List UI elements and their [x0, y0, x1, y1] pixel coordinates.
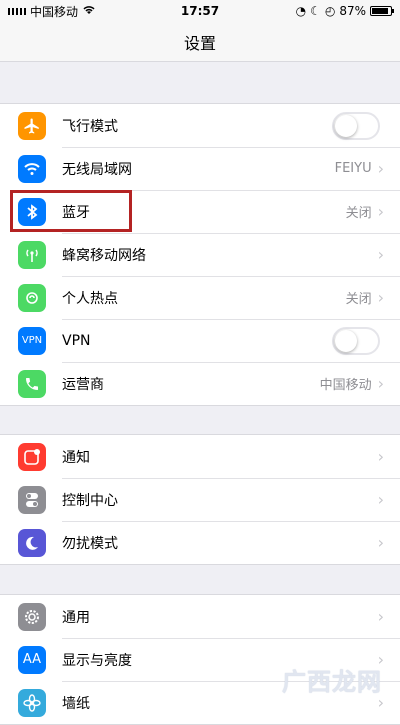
settings-row[interactable]: 控制中心 › [0, 478, 400, 521]
settings-row-value: FEIYU [334, 161, 372, 176]
settings-group-notifications: 通知 › 控制中心 › 勿扰模式 › [0, 434, 400, 565]
do-not-disturb-icon [18, 528, 46, 557]
watermark-text: 广西龙网 [282, 668, 382, 696]
airplane-icon [18, 111, 46, 140]
settings-row-label: 勿扰模式 [62, 535, 118, 552]
status-right: ◔ ☾ ◴ 87% [295, 4, 394, 18]
location-icon: ◔ [295, 4, 307, 18]
settings-row[interactable]: VPN VPN [0, 319, 400, 362]
status-bar: 中国移动 17:57 ◔ ☾ ◴ 87% [0, 0, 400, 22]
signal-icon [8, 7, 26, 15]
chevron-right-icon: › [377, 533, 384, 552]
settings-row[interactable]: 无线局域网 FEIYU › [0, 147, 400, 190]
battery-icon [370, 6, 394, 16]
settings-row-label: 蓝牙 [62, 204, 90, 221]
status-left: 中国移动 [8, 3, 96, 20]
chevron-right-icon: › [377, 288, 384, 307]
settings-row[interactable]: 飞行模式 [0, 104, 400, 147]
chevron-right-icon: › [377, 607, 384, 626]
settings-row-label: 飞行模式 [62, 118, 118, 135]
settings-group-general: 通用 › AA 显示与亮度 › 墙纸 › [0, 594, 400, 725]
wifi-status-icon [82, 4, 96, 18]
settings-row-label: 运营商 [62, 376, 104, 393]
settings-row-label: 通知 [62, 449, 90, 466]
settings-row[interactable]: 运营商 中国移动 › [0, 362, 400, 405]
wifi-icon [18, 154, 46, 183]
moon-icon: ☾ [310, 4, 321, 18]
wallpaper-icon [18, 688, 46, 717]
settings-row-value: 关闭 [345, 206, 372, 221]
chevron-right-icon: › [377, 374, 384, 393]
settings-group-network: 飞行模式 无线局域网 FEIYU › 蓝牙 关闭 › 蜂窝移动网络 › 个人热点 关闭 › VPN VPN… [0, 103, 400, 406]
settings-row[interactable]: 个人热点 关闭 › [0, 276, 400, 319]
settings-row-value: 中国移动 [319, 378, 372, 393]
chevron-right-icon: › [377, 159, 384, 178]
settings-row-label: 控制中心 [62, 492, 118, 509]
settings-row-label: 通用 [62, 609, 90, 626]
chevron-right-icon: › [377, 490, 384, 509]
chevron-right-icon: › [377, 245, 384, 264]
settings-row-label: VPN [62, 332, 91, 349]
settings-row-label: 蜂窝移动网络 [62, 247, 146, 264]
toggle-switch[interactable] [332, 326, 380, 355]
settings-row[interactable]: 蜂窝移动网络 › [0, 233, 400, 276]
display-icon: AA [18, 645, 46, 674]
notifications-icon [18, 442, 46, 471]
cellular-icon [18, 240, 46, 269]
settings-row-value: 关闭 [345, 292, 372, 307]
bluetooth-icon [18, 197, 46, 226]
gear-icon [18, 602, 46, 631]
chevron-right-icon: › [377, 202, 384, 221]
settings-row[interactable]: 通知 › [0, 435, 400, 478]
phone-icon [18, 369, 46, 398]
alarm-icon: ◴ [324, 4, 336, 18]
settings-row-label: 个人热点 [62, 290, 118, 307]
settings-row[interactable]: 勿扰模式 › [0, 521, 400, 564]
settings-row[interactable]: 蓝牙 关闭 › [0, 190, 400, 233]
carrier-label: 中国移动 [30, 4, 79, 19]
hotspot-icon [18, 283, 46, 312]
settings-row[interactable]: 通用 › [0, 595, 400, 638]
settings-row-label: 无线局域网 [62, 161, 132, 178]
page-title: 设置 [183, 33, 216, 53]
battery-percent: 87% [339, 4, 366, 18]
toggle-switch[interactable] [332, 111, 380, 140]
chevron-right-icon: › [377, 447, 384, 466]
vpn-icon: VPN [18, 326, 46, 355]
control-center-icon [18, 485, 46, 514]
nav-bar: 设置 [0, 22, 400, 62]
